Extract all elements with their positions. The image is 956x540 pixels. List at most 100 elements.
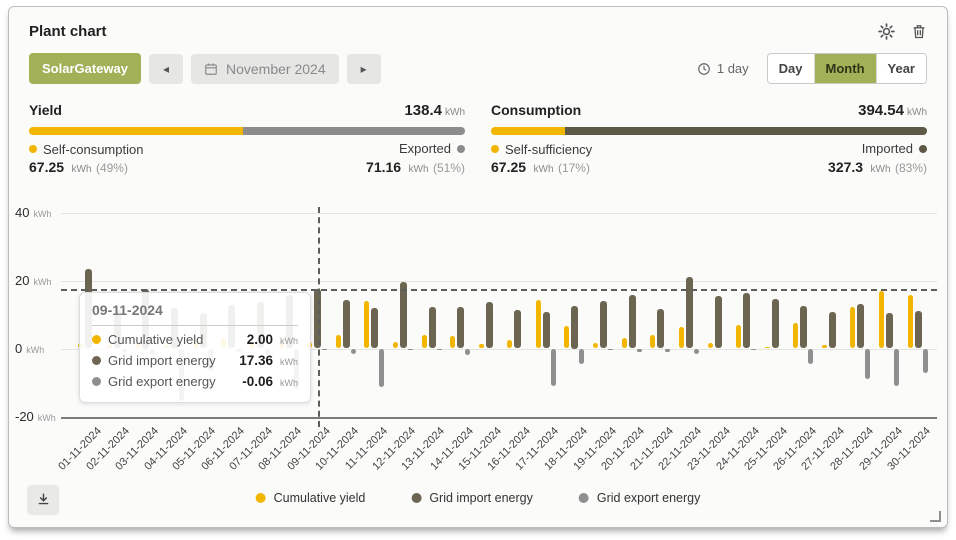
bar-grid-export-energy-20-11-2024[interactable] [637,349,642,352]
view-year-button[interactable]: Year [876,54,926,83]
bar-grid-import-energy-26-11-2024[interactable] [800,306,807,349]
bar-grid-export-energy-13-11-2024[interactable] [437,349,442,351]
bar-cumulative-yield-24-11-2024[interactable] [736,325,741,348]
bar-grid-import-energy-16-11-2024[interactable] [514,310,521,348]
yellow-dot-icon [491,145,499,153]
bar-cumulative-yield-29-11-2024[interactable] [879,291,884,349]
bar-cumulative-yield-22-11-2024[interactable] [679,327,684,348]
view-day-button[interactable]: Day [768,54,814,83]
bar-grid-export-energy-11-11-2024[interactable] [379,349,384,388]
bar-grid-import-energy-28-11-2024[interactable] [857,304,864,349]
tooltip-date: 09-11-2024 [92,302,298,318]
bar-cumulative-yield-19-11-2024[interactable] [593,343,598,348]
view-month-button[interactable]: Month [814,54,876,83]
consumption-title: Consumption [491,102,581,118]
consumption-total: 394.54kWh [858,102,927,120]
download-button[interactable] [27,485,59,515]
page-title: Plant chart [29,23,107,40]
bar-grid-import-energy-29-11-2024[interactable] [886,313,893,349]
chart-legend: Cumulative yield Grid import energy Grid e… [256,491,701,505]
self-consumption-value: 67.25 kWh (49%) [29,159,128,177]
bar-cumulative-yield-20-11-2024[interactable] [622,338,627,348]
bar-grid-import-energy-17-11-2024[interactable] [543,312,550,348]
bar-grid-export-energy-10-11-2024[interactable] [351,349,356,354]
bar-cumulative-yield-21-11-2024[interactable] [650,335,655,348]
bar-grid-export-energy-18-11-2024[interactable] [579,349,584,364]
bar-cumulative-yield-13-11-2024[interactable] [422,335,427,349]
exported-label: Exported [399,141,465,156]
bar-grid-import-energy-18-11-2024[interactable] [571,306,578,349]
bar-grid-export-energy-29-11-2024[interactable] [894,349,899,386]
bar-cumulative-yield-30-11-2024[interactable] [908,295,913,348]
bar-cumulative-yield-11-11-2024[interactable] [364,301,369,349]
imported-label: Imported [862,141,927,156]
settings-button[interactable] [878,23,895,40]
gateway-button[interactable]: SolarGateway [29,53,141,84]
bar-cumulative-yield-25-11-2024[interactable] [765,347,770,349]
yield-title: Yield [29,102,62,118]
legend-item-grid-import-energy[interactable]: Grid import energy [411,491,533,505]
bar-grid-export-energy-12-11-2024[interactable] [408,349,413,351]
legend-item-cumulative-yield[interactable]: Cumulative yield [256,491,366,505]
bar-chart: 09-11-2024 Cumulative yield2.00kWh Grid i… [61,213,935,417]
bar-cumulative-yield-14-11-2024[interactable] [450,336,455,349]
tooltip-row-cumulative-yield: Cumulative yield2.00kWh [92,332,298,347]
self-sufficiency-label: Self-sufficiency [491,142,592,157]
gear-icon [878,23,895,40]
next-period-button[interactable]: ▸ [347,54,381,84]
bar-grid-import-energy-23-11-2024[interactable] [715,296,722,349]
bar-cumulative-yield-16-11-2024[interactable] [507,340,512,348]
bar-grid-export-energy-28-11-2024[interactable] [865,349,870,380]
bar-grid-import-energy-30-11-2024[interactable] [915,311,922,349]
chevron-left-icon: ◂ [163,62,169,76]
bar-grid-export-energy-26-11-2024[interactable] [808,349,813,365]
plant-chart-card: Plant chart [8,6,948,528]
header: Plant chart [9,7,947,40]
bar-cumulative-yield-23-11-2024[interactable] [708,343,713,348]
bar-grid-import-energy-11-11-2024[interactable] [371,308,378,349]
bar-grid-export-energy-19-11-2024[interactable] [608,349,613,351]
bar-grid-export-energy-14-11-2024[interactable] [465,349,470,356]
olive-dot-icon [919,145,927,153]
consumption-panel: Consumption 394.54kWh Self-sufficiency I… [491,102,927,177]
bar-cumulative-yield-27-11-2024[interactable] [822,345,827,348]
bar-cumulative-yield-18-11-2024[interactable] [564,326,569,348]
bar-cumulative-yield-26-11-2024[interactable] [793,323,798,348]
bar-cumulative-yield-12-11-2024[interactable] [393,342,398,349]
bar-grid-export-energy-17-11-2024[interactable] [551,349,556,386]
yellow-dot-icon [29,145,37,153]
bar-grid-export-energy-09-11-2024[interactable] [322,349,327,351]
bar-cumulative-yield-28-11-2024[interactable] [850,307,855,348]
bar-grid-import-energy-21-11-2024[interactable] [657,309,664,348]
bar-grid-export-energy-30-11-2024[interactable] [923,349,928,373]
bar-grid-import-energy-20-11-2024[interactable] [629,295,636,349]
bar-grid-import-energy-15-11-2024[interactable] [486,302,493,349]
bar-grid-export-energy-22-11-2024[interactable] [694,349,699,354]
self-sufficiency-value: 67.25 kWh (17%) [491,159,590,177]
bar-grid-import-energy-13-11-2024[interactable] [429,307,436,348]
resize-handle-icon[interactable] [930,511,941,522]
legend-item-grid-export-energy[interactable]: Grid export energy [579,491,701,505]
tooltip-row-grid-import-energy: Grid import energy17.36kWh [92,353,298,368]
bar-cumulative-yield-15-11-2024[interactable] [479,344,484,349]
period-picker-button[interactable]: November 2024 [191,54,339,84]
bar-grid-import-energy-12-11-2024[interactable] [400,282,407,349]
clock-icon [697,62,711,76]
bar-grid-export-energy-21-11-2024[interactable] [665,349,670,352]
y-tick-40: 40kWh [15,204,61,219]
bar-cumulative-yield-10-11-2024[interactable] [336,335,341,349]
bar-grid-import-energy-25-11-2024[interactable] [772,299,779,348]
bar-grid-export-energy-24-11-2024[interactable] [751,349,756,351]
chart-footer: Cumulative yield Grid import energy Grid e… [9,485,947,519]
prev-period-button[interactable]: ◂ [149,54,183,84]
bar-grid-import-energy-27-11-2024[interactable] [829,312,836,348]
bar-grid-import-energy-14-11-2024[interactable] [457,307,464,348]
bar-grid-import-energy-10-11-2024[interactable] [343,300,350,348]
tooltip-divider [92,325,298,326]
bar-grid-import-energy-22-11-2024[interactable] [686,277,693,348]
bar-grid-import-energy-24-11-2024[interactable] [743,293,750,349]
delete-button[interactable] [911,23,927,40]
bar-grid-import-energy-19-11-2024[interactable] [600,301,607,349]
bar-cumulative-yield-17-11-2024[interactable] [536,300,541,349]
resolution-label: 1 day [717,61,749,76]
